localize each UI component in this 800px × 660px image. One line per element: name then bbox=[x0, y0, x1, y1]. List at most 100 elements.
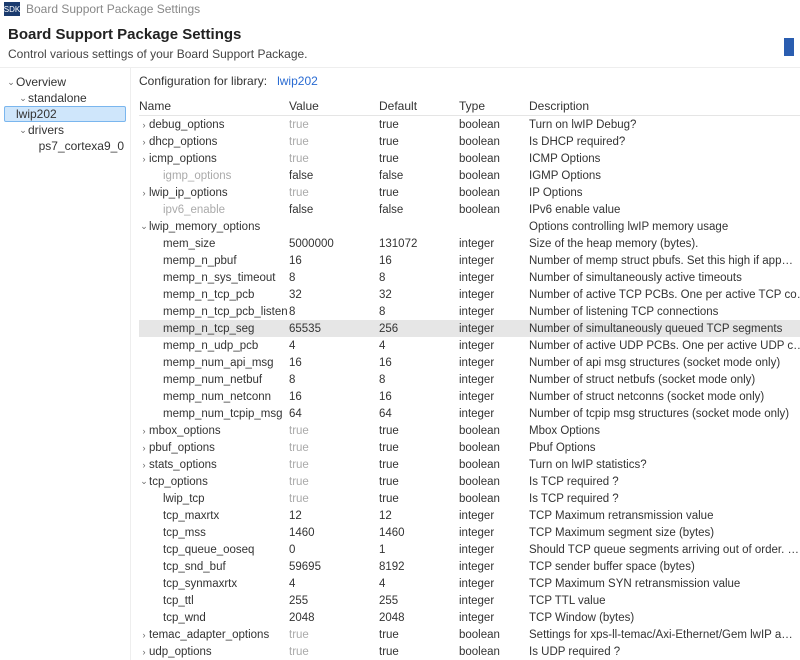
col-default[interactable]: Default bbox=[379, 99, 459, 113]
table-row[interactable]: ›dhcp_optionstruetruebooleanIs DHCP requ… bbox=[139, 133, 800, 150]
setting-value[interactable]: false bbox=[289, 204, 379, 216]
setting-value[interactable]: 8 bbox=[289, 306, 379, 318]
setting-value[interactable]: 255 bbox=[289, 595, 379, 607]
setting-description: Number of simultaneously queued TCP segm… bbox=[529, 323, 800, 335]
page-title: Board Support Package Settings bbox=[8, 26, 790, 43]
tree-twisty-icon[interactable]: ⌄ bbox=[18, 125, 28, 136]
setting-value[interactable]: 16 bbox=[289, 391, 379, 403]
table-row[interactable]: ⌄lwip_memory_optionsOptions controlling … bbox=[139, 218, 800, 235]
setting-value[interactable]: true bbox=[289, 136, 379, 148]
col-type[interactable]: Type bbox=[459, 99, 529, 113]
tree-twisty-icon[interactable]: ⌄ bbox=[6, 77, 16, 88]
setting-value[interactable]: true bbox=[289, 476, 379, 488]
setting-value[interactable]: true bbox=[289, 119, 379, 131]
row-twisty-icon[interactable]: › bbox=[139, 460, 149, 470]
table-row[interactable]: ⌄tcp_optionstruetruebooleanIs TCP requir… bbox=[139, 473, 800, 490]
setting-default: 16 bbox=[379, 357, 459, 369]
col-value[interactable]: Value bbox=[289, 99, 379, 113]
tree-twisty-icon[interactable]: ⌄ bbox=[18, 93, 28, 104]
table-row[interactable]: tcp_maxrtx1212integerTCP Maximum retrans… bbox=[139, 507, 800, 524]
row-twisty-icon[interactable]: › bbox=[139, 154, 149, 164]
setting-value[interactable]: 2048 bbox=[289, 612, 379, 624]
setting-value[interactable]: true bbox=[289, 629, 379, 641]
table-row[interactable]: tcp_wnd20482048integerTCP Window (bytes) bbox=[139, 609, 800, 626]
setting-default: 8 bbox=[379, 306, 459, 318]
settings-table: Name Value Default Type Description ›deb… bbox=[139, 96, 800, 660]
row-twisty-icon[interactable]: › bbox=[139, 647, 149, 657]
col-name[interactable]: Name bbox=[139, 99, 289, 113]
table-row[interactable]: ›stats_optionstruetruebooleanTurn on lwI… bbox=[139, 456, 800, 473]
setting-name: mem_size bbox=[163, 238, 215, 250]
table-row[interactable]: lwip_tcptruetruebooleanIs TCP required ? bbox=[139, 490, 800, 507]
table-row[interactable]: ›lwip_ip_optionstruetruebooleanIP Option… bbox=[139, 184, 800, 201]
setting-value[interactable]: true bbox=[289, 153, 379, 165]
table-row[interactable]: memp_num_netbuf88integerNumber of struct… bbox=[139, 371, 800, 388]
table-row[interactable]: tcp_ttl255255integerTCP TTL value bbox=[139, 592, 800, 609]
setting-name: udp_options bbox=[149, 646, 212, 658]
table-row[interactable]: tcp_snd_buf596958192integerTCP sender bu… bbox=[139, 558, 800, 575]
setting-value[interactable]: true bbox=[289, 646, 379, 658]
setting-value[interactable]: 8 bbox=[289, 374, 379, 386]
setting-value[interactable]: 59695 bbox=[289, 561, 379, 573]
setting-default: true bbox=[379, 136, 459, 148]
setting-value[interactable]: true bbox=[289, 459, 379, 471]
setting-name: dhcp_options bbox=[149, 136, 217, 148]
tree-item-lwip202[interactable]: lwip202 bbox=[4, 106, 126, 122]
setting-value[interactable]: 4 bbox=[289, 340, 379, 352]
setting-value[interactable]: 32 bbox=[289, 289, 379, 301]
setting-value[interactable]: true bbox=[289, 442, 379, 454]
row-twisty-icon[interactable]: ⌄ bbox=[139, 476, 149, 487]
setting-value[interactable]: 1460 bbox=[289, 527, 379, 539]
table-row[interactable]: memp_n_tcp_seg65535256integerNumber of s… bbox=[139, 320, 800, 337]
row-twisty-icon[interactable]: › bbox=[139, 443, 149, 453]
tree-item-drivers[interactable]: ⌄drivers bbox=[4, 122, 126, 138]
tree-item-Overview[interactable]: ⌄Overview bbox=[4, 74, 126, 90]
table-row[interactable]: mem_size5000000131072integerSize of the … bbox=[139, 235, 800, 252]
table-row[interactable]: tcp_mss14601460integerTCP Maximum segmen… bbox=[139, 524, 800, 541]
setting-value[interactable]: 16 bbox=[289, 357, 379, 369]
setting-value[interactable]: 64 bbox=[289, 408, 379, 420]
table-row[interactable]: memp_n_pbuf1616integerNumber of memp str… bbox=[139, 252, 800, 269]
setting-value[interactable]: 0 bbox=[289, 544, 379, 556]
table-row[interactable]: ›mbox_optionstruetruebooleanMbox Options bbox=[139, 422, 800, 439]
table-row[interactable]: ›temac_adapter_optionstruetruebooleanSet… bbox=[139, 626, 800, 643]
table-row[interactable]: memp_n_tcp_pcb3232integerNumber of activ… bbox=[139, 286, 800, 303]
table-row[interactable]: ipv6_enablefalsefalsebooleanIPv6 enable … bbox=[139, 201, 800, 218]
setting-value[interactable]: 12 bbox=[289, 510, 379, 522]
table-row[interactable]: memp_n_tcp_pcb_listen88integerNumber of … bbox=[139, 303, 800, 320]
table-row[interactable]: igmp_optionsfalsefalsebooleanIGMP Option… bbox=[139, 167, 800, 184]
setting-value[interactable]: 16 bbox=[289, 255, 379, 267]
setting-type: boolean bbox=[459, 459, 529, 471]
row-twisty-icon[interactable]: › bbox=[139, 426, 149, 436]
col-desc[interactable]: Description bbox=[529, 99, 800, 113]
row-twisty-icon[interactable]: › bbox=[139, 120, 149, 130]
table-row[interactable]: memp_n_sys_timeout88integerNumber of sim… bbox=[139, 269, 800, 286]
table-row[interactable]: tcp_queue_ooseq01integerShould TCP queue… bbox=[139, 541, 800, 558]
table-row[interactable]: memp_n_udp_pcb44integerNumber of active … bbox=[139, 337, 800, 354]
table-row[interactable]: ›pbuf_optionstruetruebooleanPbuf Options bbox=[139, 439, 800, 456]
setting-value[interactable]: 65535 bbox=[289, 323, 379, 335]
table-row[interactable]: memp_num_tcpip_msg6464integerNumber of t… bbox=[139, 405, 800, 422]
row-twisty-icon[interactable]: ⌄ bbox=[139, 221, 149, 232]
setting-value[interactable]: 5000000 bbox=[289, 238, 379, 250]
row-twisty-icon[interactable]: › bbox=[139, 630, 149, 640]
row-twisty-icon[interactable]: › bbox=[139, 137, 149, 147]
setting-type: boolean bbox=[459, 425, 529, 437]
table-row[interactable]: ›icmp_optionstruetruebooleanICMP Options bbox=[139, 150, 800, 167]
setting-value[interactable]: 8 bbox=[289, 272, 379, 284]
tree-item-ps7_cortexa9_0[interactable]: ps7_cortexa9_0 bbox=[4, 138, 126, 154]
table-row[interactable]: ›udp_optionstruetruebooleanIs UDP requir… bbox=[139, 643, 800, 660]
setting-value[interactable]: true bbox=[289, 425, 379, 437]
table-row[interactable]: memp_num_api_msg1616integerNumber of api… bbox=[139, 354, 800, 371]
table-row[interactable]: tcp_synmaxrtx44integerTCP Maximum SYN re… bbox=[139, 575, 800, 592]
row-twisty-icon[interactable]: › bbox=[139, 188, 149, 198]
setting-value[interactable]: true bbox=[289, 187, 379, 199]
setting-value[interactable]: false bbox=[289, 170, 379, 182]
setting-name: memp_n_tcp_pcb bbox=[163, 289, 254, 301]
library-name-link[interactable]: lwip202 bbox=[277, 74, 318, 88]
table-row[interactable]: memp_num_netconn1616integerNumber of str… bbox=[139, 388, 800, 405]
setting-value[interactable]: true bbox=[289, 493, 379, 505]
table-row[interactable]: ›debug_optionstruetruebooleanTurn on lwI… bbox=[139, 116, 800, 133]
tree-item-standalone[interactable]: ⌄standalone bbox=[4, 90, 126, 106]
setting-description: Number of tcpip msg structures (socket m… bbox=[529, 408, 800, 420]
